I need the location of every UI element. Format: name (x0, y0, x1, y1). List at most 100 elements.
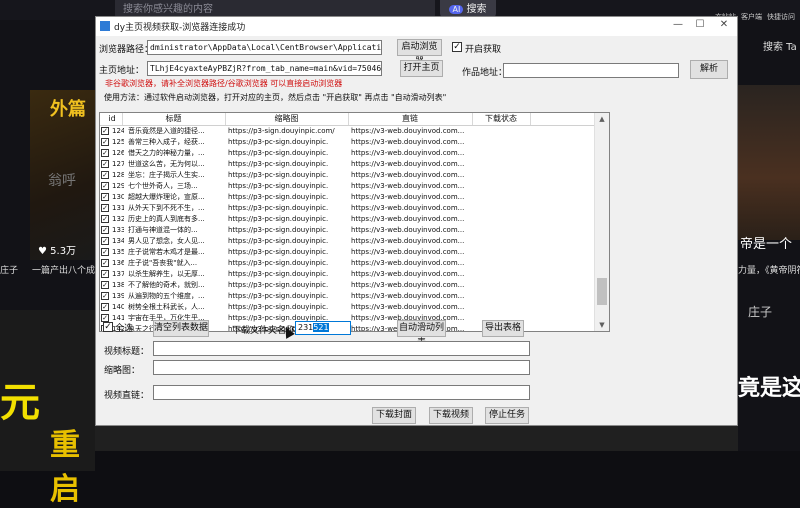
table-row[interactable]: ✓136 庄子说"吾丧我"就入... https://p3-pc-sign.douy… (100, 258, 595, 269)
table-row[interactable]: ✓129 七个世外奇人，三场... https://p3-pc-sign.douyi… (100, 181, 595, 192)
table-row[interactable]: ✓127 世道这么苦，无为何以... https://p3-pc-sign.douy… (100, 159, 595, 170)
column-header-title[interactable]: 标题 (122, 113, 225, 125)
row-id-cell: 127 (112, 160, 124, 168)
row-link-cell: https://v3-web.douyinvod.com... (351, 248, 465, 256)
column-header-thumbnail[interactable]: 缩略图 (225, 113, 348, 125)
video-caption[interactable]: 力量，《黄帝阴符 (738, 263, 800, 276)
browser-path-input[interactable]: dministrator\AppData\Local\CentBrowser\A… (147, 40, 382, 55)
table-row[interactable]: ✓130 超越大爆炸理论，宣原... https://p3-pc-sign.douy… (100, 192, 595, 203)
download-video-button[interactable]: 下载视频 (429, 407, 473, 424)
enable-fetch-checkbox[interactable]: ✓ (452, 42, 462, 52)
close-icon[interactable]: ✕ (714, 19, 734, 33)
select-all-label: 全选 (115, 324, 134, 334)
title-bar[interactable]: dy主页视频获取-浏览器连接成功 — ☐ ✕ (96, 17, 737, 36)
row-title-cell: 树势全根土科武长，人... (128, 303, 205, 311)
thumb-title: 外篇 (50, 99, 86, 120)
row-checkbox[interactable]: ✓ (101, 314, 109, 322)
row-title-cell: 以杀生解养生，以无厚... (128, 270, 205, 278)
auto-scroll-button[interactable]: 自动滑动列表 (397, 320, 446, 348)
row-checkbox[interactable]: ✓ (101, 281, 109, 289)
table-row[interactable]: ✓128 坐忘：庄子揭示人生实... https://p3-pc-sign.douy… (100, 170, 595, 181)
column-header-link[interactable]: 直链 (348, 113, 472, 125)
column-header-id[interactable]: id (102, 113, 122, 125)
row-title-cell: 七个世外奇人，三场... (128, 182, 198, 190)
thumb-label: 庄子 (748, 305, 773, 319)
export-table-button[interactable]: 导出表格 (482, 320, 524, 337)
video-list-table[interactable]: id 标题 缩略图 直链 下载状态 ✓124音乐竟然是入道的捷径...https… (99, 112, 610, 332)
row-link-cell: https://v3-web.douyinvod.com... (351, 292, 465, 300)
video-link-input[interactable] (153, 385, 530, 400)
table-row[interactable]: ✓137 以杀生解养生，以无厚... https://p3-pc-sign.douy… (100, 269, 595, 280)
row-link-cell: https://v3-web.douyinvod.com... (351, 215, 465, 223)
maximize-icon[interactable]: ☐ (690, 19, 710, 33)
work-url-input[interactable] (503, 63, 679, 78)
row-checkbox[interactable]: ✓ (101, 138, 109, 146)
feed-bottom-strip (95, 423, 738, 451)
scrollbar-thumb[interactable] (597, 278, 607, 305)
row-checkbox[interactable]: ✓ (101, 193, 109, 201)
row-checkbox[interactable]: ✓ (101, 259, 109, 267)
parse-button[interactable]: 解析 (690, 60, 728, 79)
scroll-up-icon[interactable]: ▲ (595, 113, 609, 125)
row-id-cell: 128 (112, 171, 124, 179)
table-row[interactable]: ✓133 打通与神道混一体的... https://p3-pc-sign.douyi… (100, 225, 595, 236)
table-row[interactable]: ✓134 男人见了想念，女人见... https://p3-pc-sign.douy… (100, 236, 595, 247)
row-thumbnail-cell: https://p3-pc-sign.douyinpic. (228, 259, 329, 267)
row-checkbox[interactable]: ✓ (101, 182, 109, 190)
row-checkbox[interactable]: ✓ (101, 149, 109, 157)
row-checkbox[interactable]: ✓ (101, 204, 109, 212)
table-row[interactable]: ✓126 借天之力的神秘力量，... https://p3-pc-sign.douy… (100, 148, 595, 159)
minimize-icon[interactable]: — (668, 19, 688, 33)
row-id-cell: 139 (112, 292, 124, 300)
table-row[interactable]: ✓135 庄子说常若木鸡才是最... https://p3-pc-sign.douy… (100, 247, 595, 258)
video-thumbnail[interactable]: 外篇 翁呼 (30, 90, 95, 260)
like-count-value: 5.3万 (50, 246, 77, 257)
scroll-down-icon[interactable]: ▼ (595, 319, 609, 331)
row-link-cell: https://v3-web.douyinvod.com... (351, 303, 465, 311)
row-thumbnail-cell: https://p3-pc-sign.douyinpic. (228, 160, 329, 168)
table-row[interactable]: ✓139 从遍到物的五个维度，... https://p3-pc-sign.douy… (100, 291, 595, 302)
open-homepage-button[interactable]: 打开主页 (400, 60, 443, 77)
window-title: dy主页视频获取-浏览器连接成功 (114, 23, 246, 33)
table-row[interactable]: ✓125 善常三种入成子，经获... https://p3-pc-sign.douy… (100, 137, 595, 148)
column-header-download-status[interactable]: 下载状态 (472, 113, 530, 125)
table-scrollbar[interactable]: ▲ ▼ (594, 113, 609, 331)
table-row[interactable]: ✓132 历史上的真人到底有多... https://p3-pc-sign.douy… (100, 214, 595, 225)
row-checkbox[interactable]: ✓ (101, 237, 109, 245)
launch-browser-button[interactable]: 启动浏览器 (397, 39, 442, 67)
row-title-cell: 不了解他的奇术，就别... (128, 281, 205, 289)
row-checkbox[interactable]: ✓ (101, 292, 109, 300)
table-row[interactable]: ✓124 音乐竟然是入道的捷径... https://p3-sign.douyinp… (100, 126, 595, 137)
table-row[interactable]: ✓138 不了解他的奇术，就别... https://p3-pc-sign.douy… (100, 280, 595, 291)
row-title-cell: 借天之力的神秘力量，... (128, 149, 205, 157)
row-thumbnail-cell: https://p3-pc-sign.douyinpic. (228, 270, 329, 278)
thumb-watermark: 翁呼 (48, 173, 76, 189)
video-thumbnail[interactable] (738, 85, 800, 240)
clear-list-button[interactable]: 清空列表数据 (153, 320, 209, 337)
select-all-checkbox[interactable]: ✓ (103, 322, 113, 332)
download-folder-input[interactable]: 231521 (295, 321, 351, 335)
video-thumbnail[interactable]: 元 重启 (0, 310, 95, 507)
row-title-cell: 世道这么苦，无为何以... (128, 160, 205, 168)
row-checkbox[interactable]: ✓ (101, 160, 109, 168)
row-checkbox[interactable]: ✓ (101, 270, 109, 278)
row-link-cell: https://v3-web.douyinvod.com... (351, 226, 465, 234)
table-row[interactable]: ✓131 从外天下到不死不生，... https://p3-pc-sign.douy… (100, 203, 595, 214)
video-title-input[interactable] (153, 341, 530, 356)
row-checkbox[interactable]: ✓ (101, 127, 109, 135)
thumbnail-input[interactable] (153, 360, 530, 375)
row-thumbnail-cell: https://p3-pc-sign.douyinpic. (228, 193, 329, 201)
table-row[interactable]: ✓140 树势全根土科武长，人... https://p3-pc-sign.douy… (100, 302, 595, 313)
homepage-input[interactable]: TLhjE4cyaxteAyPBZjR?from_tab_name=main&v… (147, 61, 382, 76)
video-caption[interactable]: 一篇产出八个成 (32, 263, 95, 276)
row-checkbox[interactable]: ✓ (101, 248, 109, 256)
download-cover-button[interactable]: 下载封面 (372, 407, 416, 424)
stop-task-button[interactable]: 停止任务 (485, 407, 529, 424)
row-checkbox[interactable]: ✓ (101, 226, 109, 234)
profile-search[interactable]: 搜索 Ta 的 (763, 38, 800, 53)
row-link-cell: https://v3-web.douyinvod.com... (351, 149, 465, 157)
row-checkbox[interactable]: ✓ (101, 171, 109, 179)
row-checkbox[interactable]: ✓ (101, 303, 109, 311)
row-thumbnail-cell: https://p3-pc-sign.douyinpic. (228, 182, 329, 190)
row-checkbox[interactable]: ✓ (101, 215, 109, 223)
